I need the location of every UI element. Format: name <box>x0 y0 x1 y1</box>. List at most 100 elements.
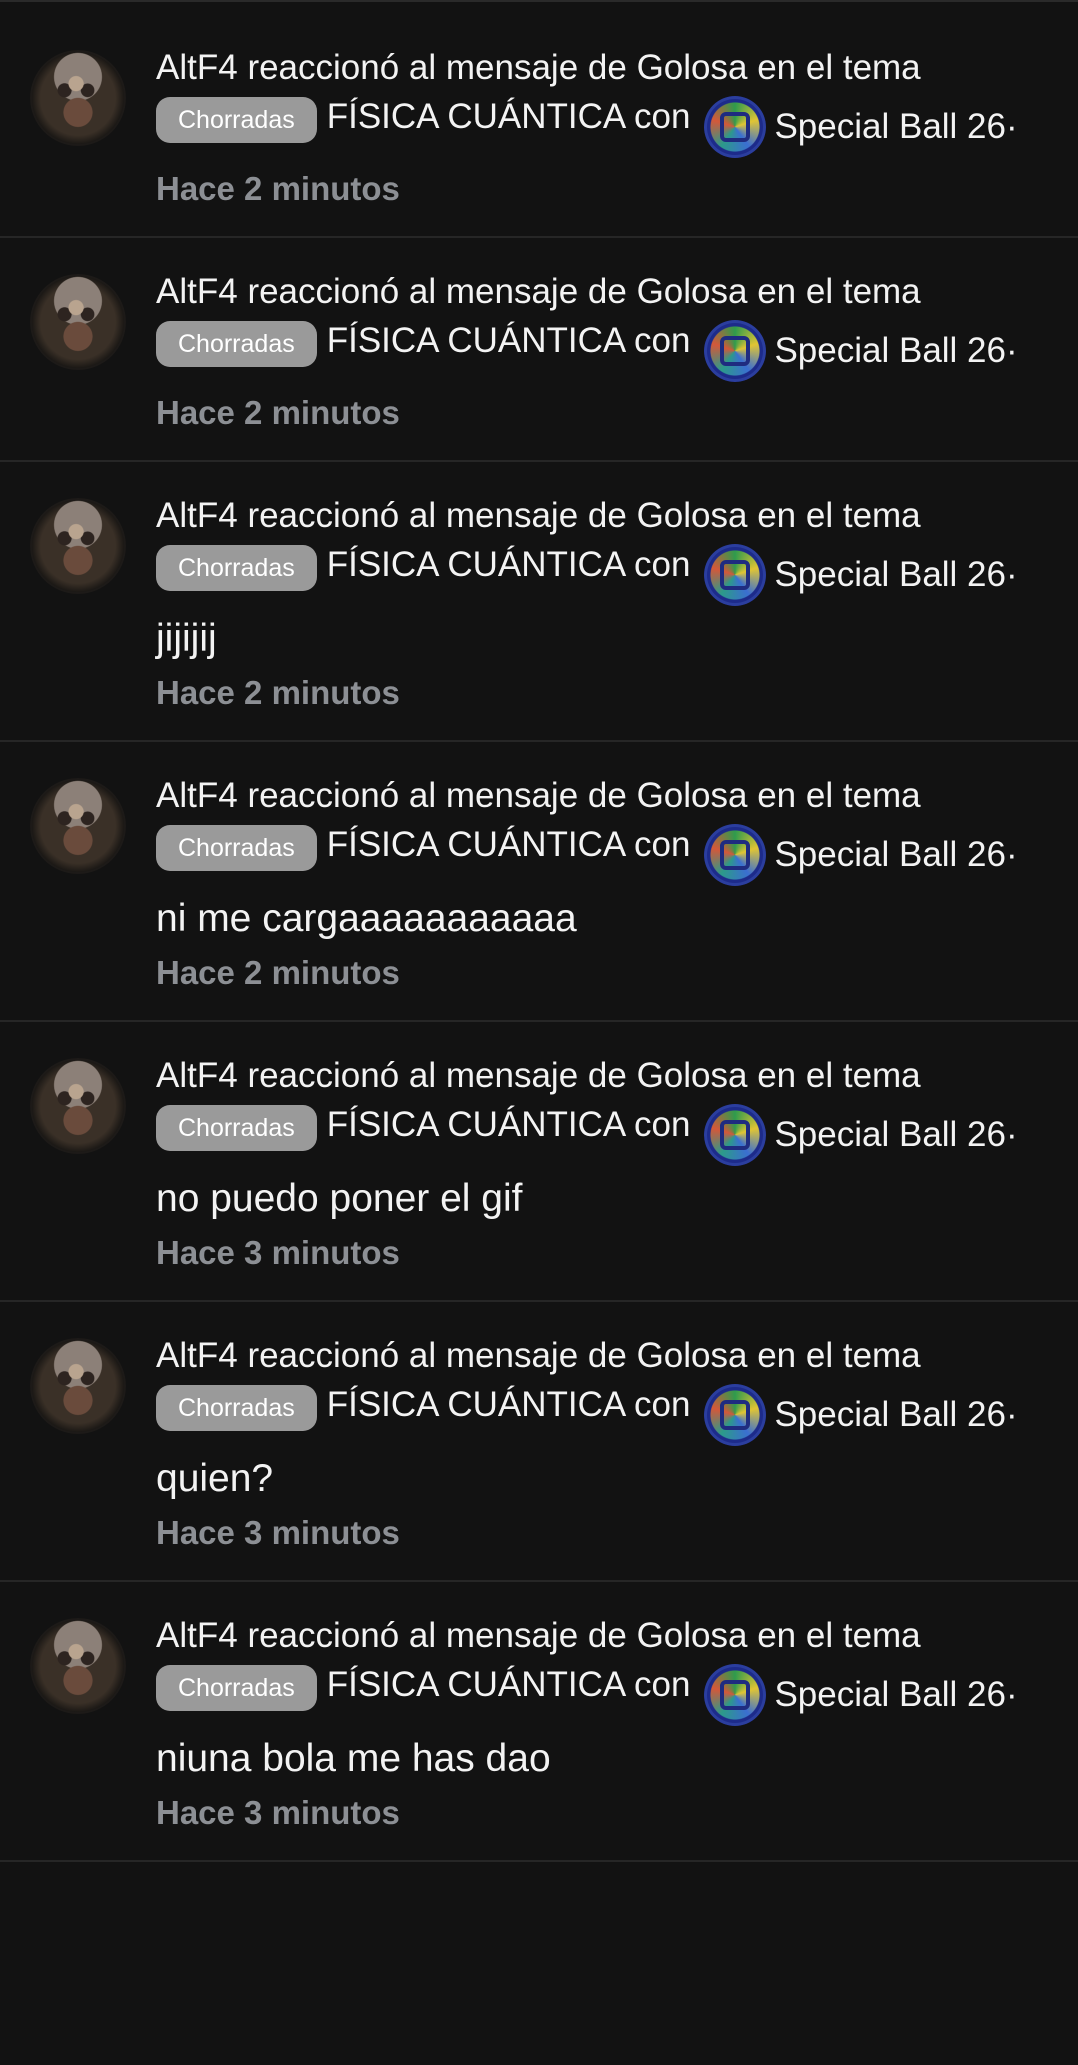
alert-summary: AltF4 reaccionó al mensaje de Golosa en … <box>156 1615 1062 1657</box>
alert-timestamp: Hace 3 minutos <box>156 1514 400 1551</box>
target-user-link[interactable]: Golosa <box>637 1056 748 1095</box>
user-avatar[interactable] <box>30 778 126 874</box>
thread-link[interactable]: Chorradas FÍSICA CUÁNTICA con Special Ba… <box>156 823 1062 887</box>
user-avatar[interactable] <box>30 1058 126 1154</box>
alert-item[interactable]: AltF4 reaccionó al mensaje de Golosa en … <box>0 1022 1078 1302</box>
user-avatar[interactable] <box>30 498 126 594</box>
thread-title[interactable]: FÍSICA CUÁNTICA con <box>327 824 691 866</box>
alert-content: AltF4 reaccionó al mensaje de Golosa en … <box>156 1055 1062 1273</box>
user-avatar[interactable] <box>30 1618 126 1714</box>
thread-title[interactable]: FÍSICA CUÁNTICA con <box>327 320 691 362</box>
thread-title[interactable]: FÍSICA CUÁNTICA con <box>327 1664 691 1706</box>
thread-prefix-badge: Chorradas <box>156 1385 317 1431</box>
thread-title-suffix[interactable]: Special Ball 26· <box>774 1394 1017 1436</box>
alert-content: AltF4 reaccionó al mensaje de Golosa en … <box>156 1335 1062 1553</box>
target-user-link[interactable]: Golosa <box>637 1336 748 1375</box>
actor-link[interactable]: AltF4 <box>156 1616 238 1655</box>
action-text: reaccionó al mensaje de <box>247 1616 627 1655</box>
alert-content: AltF4 reaccionó al mensaje de Golosa en … <box>156 47 1062 209</box>
message-snippet: no puedo poner el gif <box>156 1177 523 1220</box>
thread-title-suffix[interactable]: Special Ball 26· <box>774 1114 1017 1156</box>
message-snippet: jijijij <box>156 617 217 660</box>
thread-title-suffix[interactable]: Special Ball 26· <box>774 330 1017 372</box>
thread-prefix-badge: Chorradas <box>156 1665 317 1711</box>
thread-prefix-badge: Chorradas <box>156 825 317 871</box>
context-text: en el tema <box>757 1336 921 1375</box>
alert-summary: AltF4 reaccionó al mensaje de Golosa en … <box>156 1335 1062 1377</box>
thread-prefix-badge: Chorradas <box>156 1105 317 1151</box>
thread-title-suffix[interactable]: Special Ball 26· <box>774 106 1017 148</box>
alerts-feed: AltF4 reaccionó al mensaje de Golosa en … <box>0 0 1078 1862</box>
action-text: reaccionó al mensaje de <box>247 272 627 311</box>
alert-content: AltF4 reaccionó al mensaje de Golosa en … <box>156 775 1062 993</box>
alert-timestamp: Hace 2 minutos <box>156 170 400 207</box>
alert-item[interactable]: AltF4 reaccionó al mensaje de Golosa en … <box>0 1582 1078 1862</box>
thread-link[interactable]: Chorradas FÍSICA CUÁNTICA con Special Ba… <box>156 319 1062 383</box>
actor-link[interactable]: AltF4 <box>156 1336 238 1375</box>
thread-title[interactable]: FÍSICA CUÁNTICA con <box>327 1384 691 1426</box>
thread-title-suffix[interactable]: Special Ball 26· <box>774 554 1017 596</box>
alert-item[interactable]: AltF4 reaccionó al mensaje de Golosa en … <box>0 462 1078 742</box>
target-user-link[interactable]: Golosa <box>637 48 748 87</box>
alert-item[interactable]: AltF4 reaccionó al mensaje de Golosa en … <box>0 14 1078 238</box>
user-avatar[interactable] <box>30 1338 126 1434</box>
thread-title[interactable]: FÍSICA CUÁNTICA con <box>327 1104 691 1146</box>
thread-title-suffix[interactable]: Special Ball 26· <box>774 834 1017 876</box>
alert-item[interactable]: AltF4 reaccionó al mensaje de Golosa en … <box>0 238 1078 462</box>
thread-title-suffix[interactable]: Special Ball 26· <box>774 1674 1017 1716</box>
alert-timestamp: Hace 3 minutos <box>156 1794 400 1831</box>
actor-link[interactable]: AltF4 <box>156 1056 238 1095</box>
thread-link[interactable]: Chorradas FÍSICA CUÁNTICA con Special Ba… <box>156 1103 1062 1167</box>
thread-link[interactable]: Chorradas FÍSICA CUÁNTICA con Special Ba… <box>156 543 1062 607</box>
alert-item[interactable]: AltF4 reaccionó al mensaje de Golosa en … <box>0 742 1078 1022</box>
alert-content: AltF4 reaccionó al mensaje de Golosa en … <box>156 495 1062 713</box>
message-snippet: ni me cargaaaaaaaaaaa <box>156 897 577 940</box>
context-text: en el tema <box>757 496 921 535</box>
alert-summary: AltF4 reaccionó al mensaje de Golosa en … <box>156 1055 1062 1097</box>
action-text: reaccionó al mensaje de <box>247 776 627 815</box>
special-ball-icon <box>704 1384 767 1446</box>
thread-prefix-badge: Chorradas <box>156 97 317 143</box>
target-user-link[interactable]: Golosa <box>637 1616 748 1655</box>
alert-timestamp: Hace 3 minutos <box>156 1234 400 1271</box>
actor-link[interactable]: AltF4 <box>156 496 238 535</box>
special-ball-icon <box>704 1104 767 1166</box>
action-text: reaccionó al mensaje de <box>247 496 627 535</box>
user-avatar[interactable] <box>30 274 126 370</box>
actor-link[interactable]: AltF4 <box>156 272 238 311</box>
action-text: reaccionó al mensaje de <box>247 48 627 87</box>
thread-link[interactable]: Chorradas FÍSICA CUÁNTICA con Special Ba… <box>156 1663 1062 1727</box>
thread-prefix-badge: Chorradas <box>156 321 317 367</box>
action-text: reaccionó al mensaje de <box>247 1336 627 1375</box>
user-avatar[interactable] <box>30 50 126 146</box>
alert-summary: AltF4 reaccionó al mensaje de Golosa en … <box>156 271 1062 313</box>
actor-link[interactable]: AltF4 <box>156 48 238 87</box>
special-ball-icon <box>704 1664 767 1726</box>
alert-timestamp: Hace 2 minutos <box>156 674 400 711</box>
context-text: en el tema <box>757 48 921 87</box>
special-ball-icon <box>704 320 767 382</box>
alert-summary: AltF4 reaccionó al mensaje de Golosa en … <box>156 47 1062 89</box>
thread-title[interactable]: FÍSICA CUÁNTICA con <box>327 96 691 138</box>
target-user-link[interactable]: Golosa <box>637 272 748 311</box>
alert-timestamp: Hace 2 minutos <box>156 954 400 991</box>
actor-link[interactable]: AltF4 <box>156 776 238 815</box>
alert-item[interactable]: AltF4 reaccionó al mensaje de Golosa en … <box>0 1302 1078 1582</box>
message-snippet: quien? <box>156 1457 274 1500</box>
special-ball-icon <box>704 96 767 158</box>
thread-title[interactable]: FÍSICA CUÁNTICA con <box>327 544 691 586</box>
thread-prefix-badge: Chorradas <box>156 545 317 591</box>
target-user-link[interactable]: Golosa <box>637 496 748 535</box>
thread-link[interactable]: Chorradas FÍSICA CUÁNTICA con Special Ba… <box>156 95 1062 159</box>
context-text: en el tema <box>757 272 921 311</box>
context-text: en el tema <box>757 1056 921 1095</box>
action-text: reaccionó al mensaje de <box>247 1056 627 1095</box>
alert-timestamp: Hace 2 minutos <box>156 394 400 431</box>
message-snippet: niuna bola me has dao <box>156 1737 551 1780</box>
target-user-link[interactable]: Golosa <box>637 776 748 815</box>
alert-content: AltF4 reaccionó al mensaje de Golosa en … <box>156 1615 1062 1833</box>
context-text: en el tema <box>757 776 921 815</box>
special-ball-icon <box>704 544 767 606</box>
thread-link[interactable]: Chorradas FÍSICA CUÁNTICA con Special Ba… <box>156 1383 1062 1447</box>
alert-summary: AltF4 reaccionó al mensaje de Golosa en … <box>156 775 1062 817</box>
